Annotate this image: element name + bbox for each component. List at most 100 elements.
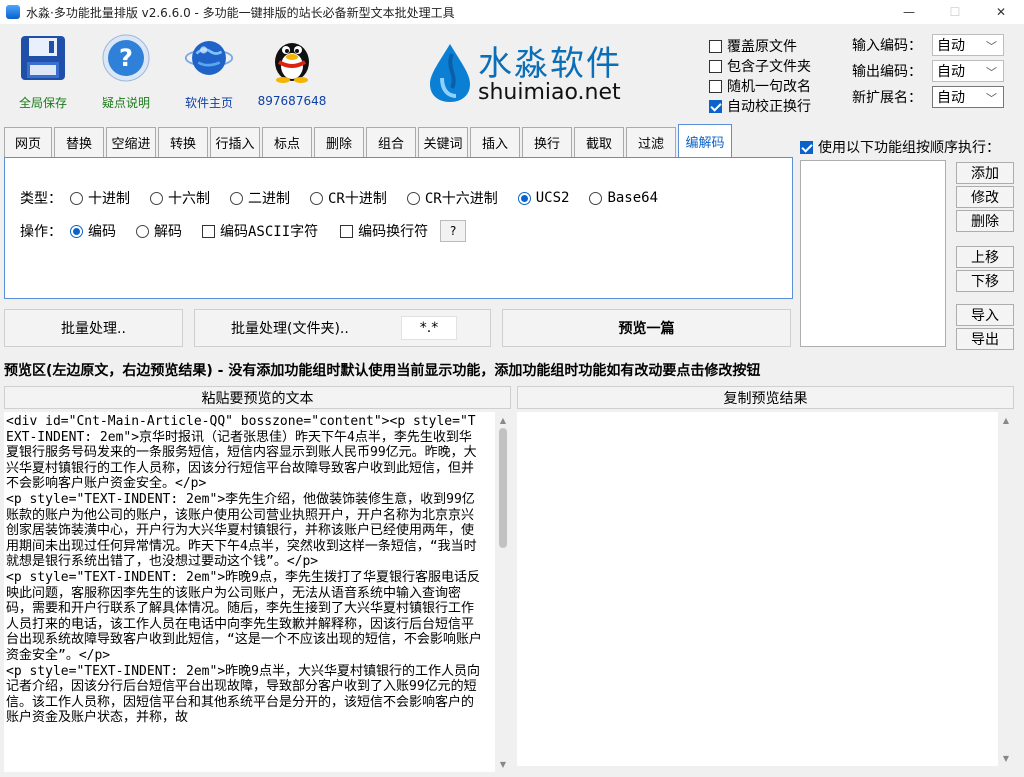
source-scrollbar[interactable]: ▲ ▼ — [495, 412, 511, 772]
paste-preview-button[interactable]: 粘贴要预览的文本 — [4, 386, 511, 409]
tab-filter[interactable]: 过滤 — [626, 127, 676, 157]
add-button[interactable]: 添加 — [956, 162, 1014, 184]
subfolders-label: 包含子文件夹 — [727, 59, 811, 75]
extension-select[interactable]: 自动 ﹀ — [932, 86, 1004, 108]
type-cr-decimal-radio[interactable]: CR十进制 — [310, 188, 387, 208]
output-encoding-value: 自动 — [937, 64, 965, 80]
input-encoding-value: 自动 — [937, 38, 965, 54]
tab-encode-decode[interactable]: 编解码 — [678, 124, 732, 157]
op-decode-radio[interactable]: 解码 — [136, 221, 182, 241]
globe-icon — [184, 30, 234, 86]
qq-penguin-icon — [267, 30, 317, 86]
preview-area-notice: 预览区(左边原文，右边预览结果) - 没有添加功能组时默认使用当前显示功能，添加… — [4, 363, 761, 379]
scroll-down-icon[interactable]: ▼ — [495, 756, 511, 772]
tab-convert[interactable]: 转换 — [158, 127, 208, 157]
copy-result-button[interactable]: 复制预览结果 — [517, 386, 1014, 409]
subfolders-box[interactable] — [709, 59, 722, 73]
qq-contact-button[interactable]: 897687648 — [252, 30, 332, 108]
output-encoding-label: 输出编码： — [852, 64, 922, 80]
minimize-button[interactable]: — — [886, 0, 932, 24]
type-decimal-radio[interactable]: 十进制 — [70, 188, 130, 208]
overwrite-checkbox[interactable]: 覆盖原文件 — [709, 36, 797, 56]
result-scrollbar[interactable]: ▲ ▼ — [998, 412, 1014, 766]
close-button[interactable]: ✕ — [978, 0, 1024, 24]
import-button[interactable]: 导入 — [956, 304, 1014, 326]
random-rename-label: 随机一句改名 — [727, 79, 811, 95]
tab-webpage[interactable]: 网页 — [4, 127, 52, 157]
scroll-down-icon[interactable]: ▼ — [998, 750, 1014, 766]
sequence-label: 使用以下功能组按顺序执行： — [818, 140, 1000, 156]
subfolders-checkbox[interactable]: 包含子文件夹 — [709, 56, 811, 76]
svg-text:?: ? — [119, 44, 133, 72]
title-bar: 水淼·多功能批量排版 v2.6.6.0 - 多功能一键排版的站长必备新型文本批处… — [0, 0, 1024, 24]
move-up-button[interactable]: 上移 — [956, 246, 1014, 268]
source-text: <div id="Cnt-Main-Article-QQ" bosszone="… — [6, 414, 482, 726]
random-rename-checkbox[interactable]: 随机一句改名 — [709, 76, 811, 96]
extension-label: 新扩展名： — [852, 90, 922, 106]
maximize-button[interactable]: ☐ — [932, 0, 978, 24]
overwrite-label: 覆盖原文件 — [727, 39, 797, 55]
tab-line-insert[interactable]: 行插入 — [210, 127, 260, 157]
homepage-button[interactable]: 软件主页 — [169, 30, 249, 111]
type-ucs2-radio[interactable]: UCS2 — [517, 190, 569, 206]
chevron-down-icon: ﹀ — [986, 40, 997, 53]
batch-process-button[interactable]: 批量处理.. — [4, 309, 183, 347]
operation-label: 操作： — [20, 224, 62, 240]
tab-delete[interactable]: 删除 — [314, 127, 364, 157]
auto-linebreak-box[interactable] — [709, 99, 722, 113]
scroll-up-icon[interactable]: ▲ — [998, 412, 1014, 428]
overwrite-box[interactable] — [709, 39, 722, 53]
water-drop-icon — [430, 44, 470, 102]
batch-folder-label: 批量处理(文件夹).. — [231, 321, 349, 337]
tab-combine[interactable]: 组合 — [366, 127, 416, 157]
random-rename-box[interactable] — [709, 79, 722, 93]
tab-indent[interactable]: 空缩进 — [106, 127, 156, 157]
output-encoding-select[interactable]: 自动 ﹀ — [932, 60, 1004, 82]
question-icon: ? — [101, 30, 151, 86]
brand-logo: 水淼软件 shuimiao.net — [428, 36, 648, 106]
app-window: 水淼·多功能批量排版 v2.6.6.0 - 多功能一键排版的站长必备新型文本批处… — [0, 0, 1024, 777]
tab-keyword[interactable]: 关键词 — [418, 127, 468, 157]
encode-ascii-checkbox[interactable]: 编码ASCII字符 — [202, 221, 318, 241]
type-hex-radio[interactable]: 十六制 — [150, 188, 210, 208]
input-encoding-label: 输入编码： — [852, 38, 922, 54]
type-binary-radio[interactable]: 二进制 — [230, 188, 290, 208]
window-title: 水淼·多功能批量排版 v2.6.6.0 - 多功能一键排版的站长必备新型文本批处… — [26, 5, 455, 20]
logo-domain-text: shuimiao.net — [478, 80, 621, 105]
file-pattern-input[interactable]: *.* — [401, 316, 457, 340]
op-encode-radio[interactable]: 编码 — [70, 221, 116, 241]
tab-punctuation[interactable]: 标点 — [262, 127, 312, 157]
move-down-button[interactable]: 下移 — [956, 270, 1014, 292]
scroll-up-icon[interactable]: ▲ — [495, 412, 511, 428]
preview-one-button[interactable]: 预览一篇 — [502, 309, 791, 347]
export-button[interactable]: 导出 — [956, 328, 1014, 350]
input-encoding-select[interactable]: 自动 ﹀ — [932, 34, 1004, 56]
encode-decode-panel: 类型： 十进制 十六制 二进制 CR十进制 CR十六进制 UCS2 Base64… — [4, 157, 793, 299]
help-button[interactable]: ? 疑点说明 — [86, 30, 166, 111]
global-save-button[interactable]: 全局保存 — [3, 30, 83, 111]
type-base64-radio[interactable]: Base64 — [589, 190, 658, 206]
global-save-label: 全局保存 — [18, 96, 67, 110]
function-group-list[interactable] — [800, 160, 946, 347]
floppy-disk-icon — [18, 30, 68, 86]
type-cr-hex-radio[interactable]: CR十六进制 — [406, 188, 498, 208]
encode-help-button[interactable]: ? — [440, 220, 467, 242]
sequence-box[interactable] — [800, 140, 813, 154]
tab-extract[interactable]: 截取 — [574, 127, 624, 157]
source-text-area[interactable]: <div id="Cnt-Main-Article-QQ" bosszone="… — [4, 412, 511, 772]
sequence-checkbox[interactable]: 使用以下功能组按顺序执行： — [800, 137, 1000, 157]
app-icon — [6, 5, 20, 19]
delete-button[interactable]: 删除 — [956, 210, 1014, 232]
tab-insert[interactable]: 插入 — [470, 127, 520, 157]
auto-linebreak-label: 自动校正换行 — [727, 99, 811, 115]
auto-linebreak-checkbox[interactable]: 自动校正换行 — [709, 96, 811, 116]
tab-linebreak[interactable]: 换行 — [522, 127, 572, 157]
result-text — [517, 412, 1014, 414]
qq-number-label: 897687648 — [257, 94, 327, 108]
extension-value: 自动 — [937, 90, 965, 106]
encode-newline-checkbox[interactable]: 编码换行符 — [340, 221, 428, 241]
modify-button[interactable]: 修改 — [956, 186, 1014, 208]
scroll-thumb[interactable] — [499, 428, 507, 548]
tab-replace[interactable]: 替换 — [54, 127, 104, 157]
result-text-area[interactable]: ▲ ▼ — [517, 412, 1014, 766]
